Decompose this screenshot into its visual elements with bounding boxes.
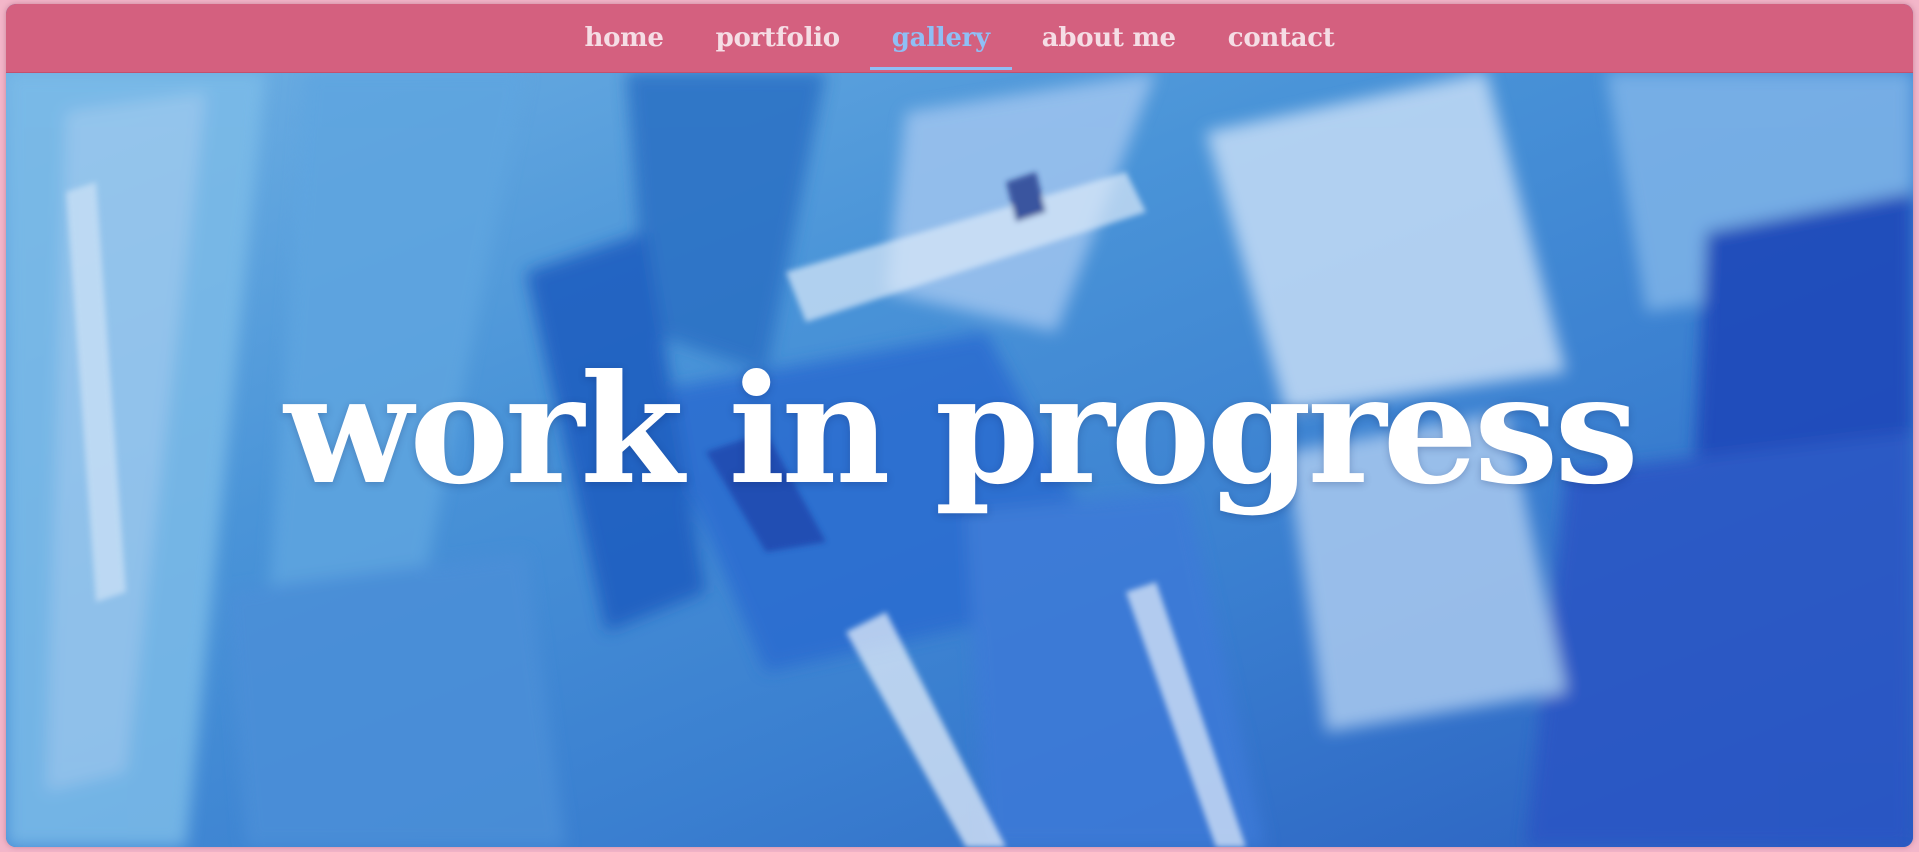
hero-title: work in progress <box>284 342 1639 518</box>
nav-item-contact[interactable]: contact <box>1206 4 1357 72</box>
page-frame: home portfolio gallery about me contact <box>6 4 1913 847</box>
nav-item-gallery[interactable]: gallery <box>869 4 1012 72</box>
nav-item-about-me[interactable]: about me <box>1020 4 1198 72</box>
nav-item-home[interactable]: home <box>563 4 686 72</box>
nav-item-portfolio[interactable]: portfolio <box>694 4 862 72</box>
hero-section: work in progress <box>6 72 1913 847</box>
top-navigation-bar: home portfolio gallery about me contact <box>6 4 1913 73</box>
